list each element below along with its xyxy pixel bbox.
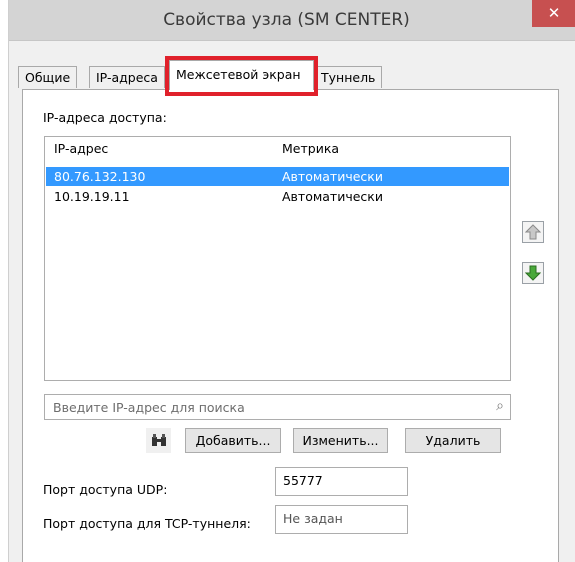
move-down-button[interactable] [522, 262, 544, 284]
row-ip: 10.19.19.11 [54, 189, 130, 204]
close-button[interactable]: ✕ [532, 0, 575, 27]
search-input[interactable]: Введите IP-адрес для поиска ⌕ [44, 394, 511, 420]
table-row[interactable]: 10.19.19.11 Автоматически [46, 187, 509, 206]
udp-port-field[interactable]: 55777 [275, 467, 408, 496]
close-icon: ✕ [547, 4, 561, 22]
row-metric: Автоматически [282, 169, 383, 184]
ip-access-list[interactable]: IP-адрес Метрика 80.76.132.130 Автоматич… [44, 136, 511, 381]
tab-tunnel[interactable]: Туннель [314, 66, 383, 88]
search-icon[interactable]: ⌕ [496, 398, 504, 414]
delete-button[interactable]: Удалить [405, 428, 501, 453]
row-metric: Автоматически [282, 189, 383, 204]
edit-button[interactable]: Изменить... [293, 428, 388, 453]
table-row[interactable]: 80.76.132.130 Автоматически [46, 167, 509, 186]
list-header: IP-адрес Метрика [45, 137, 510, 159]
row-ip: 80.76.132.130 [54, 169, 146, 184]
tcp-port-label: Порт доступа для TCP-туннеля: [43, 516, 251, 531]
udp-port-label: Порт доступа UDP: [43, 482, 168, 497]
find-button[interactable] [146, 428, 171, 453]
add-button[interactable]: Добавить... [185, 428, 281, 453]
move-up-icon [524, 224, 542, 240]
access-addresses-label: IP-адреса доступа: [43, 110, 167, 125]
move-up-button[interactable] [522, 221, 544, 243]
search-placeholder: Введите IP-адрес для поиска [53, 400, 245, 415]
tab-ip-addresses[interactable]: IP-адреса [89, 66, 165, 88]
tcp-port-field[interactable]: Не задан [275, 505, 408, 534]
column-header-ip[interactable]: IP-адрес [54, 141, 108, 156]
tab-firewall[interactable]: Межсетевой экран [169, 60, 314, 90]
binoculars-icon [151, 434, 166, 446]
move-down-icon [524, 265, 542, 281]
tab-general[interactable]: Общие [18, 66, 78, 88]
title-bar[interactable]: Свойства узла (SM CENTER) ✕ [9, 0, 575, 41]
window-title: Свойства узла (SM CENTER) [163, 10, 410, 30]
column-header-metric[interactable]: Метрика [282, 141, 339, 156]
